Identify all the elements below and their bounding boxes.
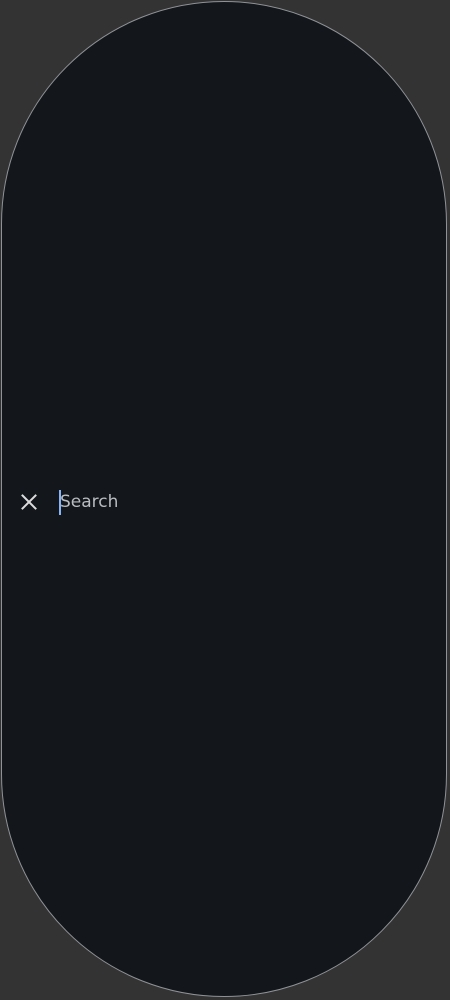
text-cursor	[59, 490, 61, 515]
search-input[interactable]	[58, 488, 410, 516]
close-search-button[interactable]	[14, 487, 44, 517]
close-icon	[21, 494, 37, 510]
search-bar	[2, 482, 446, 522]
search-panel	[1, 1, 447, 997]
